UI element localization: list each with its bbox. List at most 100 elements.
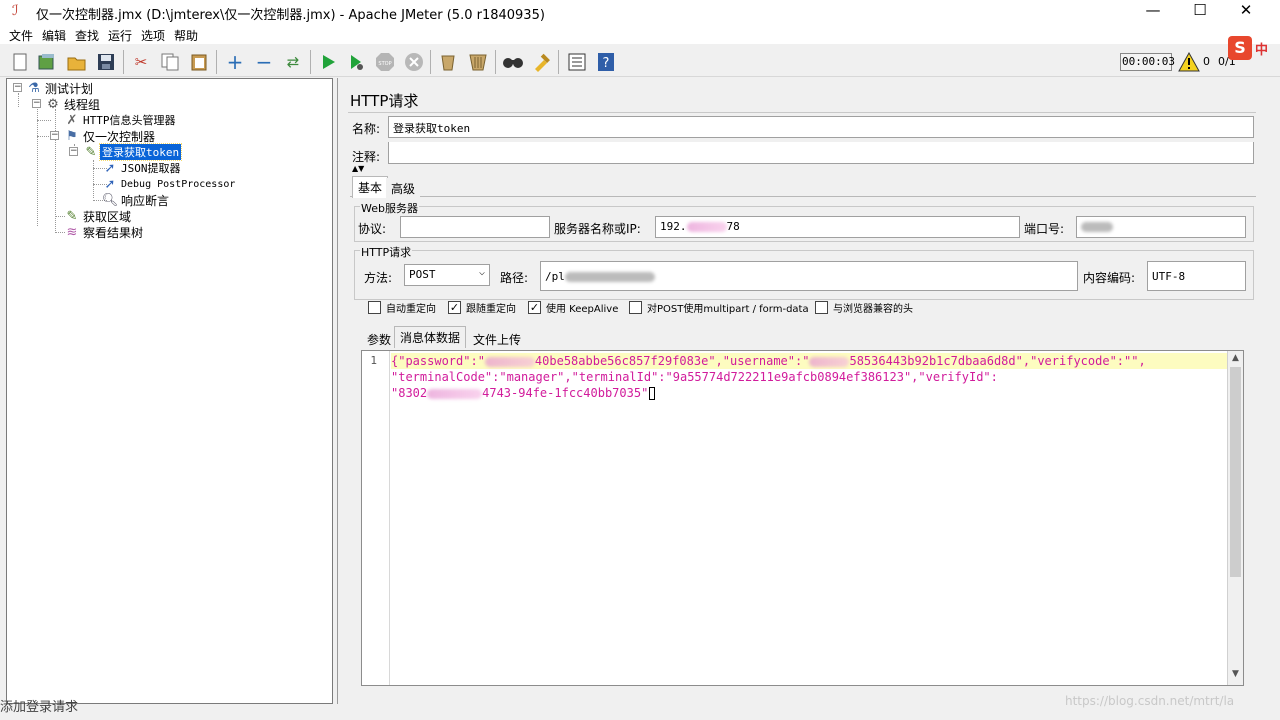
tab-body-data[interactable]: 消息体数据: [394, 326, 467, 348]
cut-icon[interactable]: ✂: [130, 51, 152, 73]
tree-node-test-plan[interactable]: ⚗ 测试计划: [25, 80, 95, 96]
menu-options[interactable]: 选项: [141, 27, 165, 44]
name-field[interactable]: 登录获取token: [388, 116, 1254, 138]
tree-line: [37, 109, 38, 226]
path-field[interactable]: /pl: [540, 261, 1078, 291]
shutdown-icon[interactable]: [403, 51, 425, 73]
collapse-icon[interactable]: −: [253, 50, 275, 74]
comment-field[interactable]: [388, 142, 1254, 164]
tree-node-login-request[interactable]: ✎ 登录获取token: [82, 143, 183, 161]
checkbox-browser-compatible-headers[interactable]: 与浏览器兼容的头: [815, 300, 913, 315]
debug-icon: ➚: [104, 176, 116, 192]
paste-icon[interactable]: [188, 51, 210, 73]
port-label: 端口号:: [1024, 222, 1065, 236]
menu-help[interactable]: 帮助: [174, 27, 198, 44]
server-field[interactable]: 192. 78: [655, 216, 1020, 238]
tab-file-upload[interactable]: 文件上传: [468, 329, 527, 350]
help-icon[interactable]: ?: [595, 51, 617, 73]
save-icon[interactable]: [95, 51, 117, 73]
templates-icon[interactable]: [36, 51, 58, 73]
clear-all-icon[interactable]: [467, 51, 489, 73]
expand-icon[interactable]: +: [224, 50, 246, 74]
tree-collapse-toggle[interactable]: −: [32, 99, 41, 108]
protocol-label: 协议:: [358, 222, 387, 236]
checkbox-multipart[interactable]: 对POST使用multipart / form-data: [629, 300, 809, 315]
tree-line: [55, 109, 56, 233]
port-field[interactable]: [1076, 216, 1246, 238]
test-plan-icon: ⚗: [28, 80, 40, 96]
warning-icon[interactable]: [1178, 51, 1200, 73]
checkbox-box: [368, 301, 381, 314]
tree-collapse-toggle[interactable]: −: [13, 83, 22, 92]
menu-run[interactable]: 运行: [108, 27, 132, 44]
new-icon[interactable]: [9, 51, 31, 73]
http-sampler-icon: ✎: [66, 208, 78, 224]
minimize-button[interactable]: —: [1130, 0, 1176, 22]
menu-search[interactable]: 查找: [75, 27, 99, 44]
tree-node-once-only-controller[interactable]: ⚑ 仅一次控制器: [63, 128, 157, 144]
thread-group-icon: ⚙: [47, 96, 59, 112]
tree-node-label: 线程组: [64, 97, 101, 112]
tree-node-debug-postprocessor[interactable]: ➚ Debug PostProcessor: [101, 176, 237, 192]
copy-icon[interactable]: [159, 51, 181, 73]
toolbar-separator: [430, 50, 431, 74]
tab-baseline: [350, 196, 1256, 197]
redaction-blur: [427, 388, 483, 399]
jmeter-feather-icon: ℐ: [12, 3, 19, 19]
editor-scrollbar[interactable]: ▲ ▼: [1227, 351, 1243, 685]
menu-edit[interactable]: 编辑: [42, 27, 66, 44]
tree-node-label: Debug PostProcessor: [121, 178, 236, 190]
maximize-button[interactable]: ☐: [1177, 0, 1223, 22]
tree-collapse-toggle[interactable]: −: [50, 131, 59, 140]
scroll-down-icon[interactable]: ▼: [1228, 669, 1243, 683]
scroll-up-icon[interactable]: ▲: [1228, 353, 1243, 367]
method-label: 方法:: [364, 271, 393, 285]
protocol-field[interactable]: [400, 216, 550, 238]
test-plan-tree: − − − − ⚗ 测试计划 ⚙ 线程组 ✗ HTTP信息头管理器 ⚑ 仅一次控…: [6, 78, 333, 704]
method-select[interactable]: POST ⌵: [404, 264, 490, 286]
tree-node-view-results-tree[interactable]: ≋ 察看结果树: [63, 224, 145, 240]
tree-collapse-toggle[interactable]: −: [69, 147, 78, 156]
reset-search-icon[interactable]: [531, 51, 553, 73]
start-no-pause-icon[interactable]: [345, 51, 367, 73]
tree-node-thread-group[interactable]: ⚙ 线程组: [44, 96, 102, 112]
scrollbar-thumb[interactable]: [1230, 367, 1241, 577]
tab-basic[interactable]: 基本: [352, 176, 389, 198]
start-icon[interactable]: [317, 51, 339, 73]
toggle-icon[interactable]: ⇄: [282, 51, 304, 73]
tree-node-response-assertion[interactable]: 🔍︎ 响应断言: [101, 192, 171, 208]
toolbar-separator: [495, 50, 496, 74]
server-value-start: 192.: [660, 220, 687, 233]
ime-logo-icon[interactable]: S: [1228, 36, 1252, 60]
checkbox-follow-redirects[interactable]: ✓ 跟随重定向: [448, 300, 516, 315]
toolbar: ✂ + − ⇄ STOP ? 00:00:03 0 0/1: [0, 45, 1280, 77]
tree-node-json-extractor[interactable]: ➚ JSON提取器: [101, 160, 183, 176]
close-button[interactable]: ✕: [1223, 0, 1269, 22]
redaction-blur: [809, 356, 850, 367]
checkbox-box: [815, 301, 828, 314]
checkbox-keepalive[interactable]: ✓ 使用 KeepAlive: [528, 300, 618, 315]
tab-parameters[interactable]: 参数: [362, 329, 397, 350]
open-icon[interactable]: [66, 51, 88, 73]
menu-file[interactable]: 文件: [9, 27, 33, 44]
background-status-text: 添加登录请求: [0, 700, 79, 715]
tab-advanced[interactable]: 高级: [386, 178, 421, 199]
checkbox-label: 使用 KeepAlive: [546, 304, 619, 315]
function-helper-icon[interactable]: [566, 51, 588, 73]
clear-icon[interactable]: [437, 51, 459, 73]
tree-node-get-region[interactable]: ✎ 获取区域: [63, 208, 133, 224]
tree-line: [37, 136, 51, 137]
line-number-gutter: 1: [362, 351, 390, 685]
server-value-end: 78: [726, 220, 740, 233]
checkbox-auto-redirect[interactable]: 自动重定向: [368, 300, 436, 315]
tree-node-header-manager[interactable]: ✗ HTTP信息头管理器: [63, 112, 178, 128]
ime-mode-indicator[interactable]: 中: [1255, 39, 1268, 58]
watermark: https://blog.csdn.net/mtrt/la: [1065, 694, 1235, 708]
splitter-arrows-icon[interactable]: ▲▼: [352, 164, 364, 173]
search-icon[interactable]: [502, 51, 524, 73]
json-extractor-icon: ➚: [104, 160, 116, 176]
body-data-editor[interactable]: 1 {"password":" 40be58abbe56c857f29f083e"…: [361, 350, 1244, 686]
encoding-field[interactable]: UTF-8: [1147, 261, 1246, 291]
name-label: 名称:: [352, 122, 381, 136]
stop-icon[interactable]: STOP: [374, 51, 396, 73]
